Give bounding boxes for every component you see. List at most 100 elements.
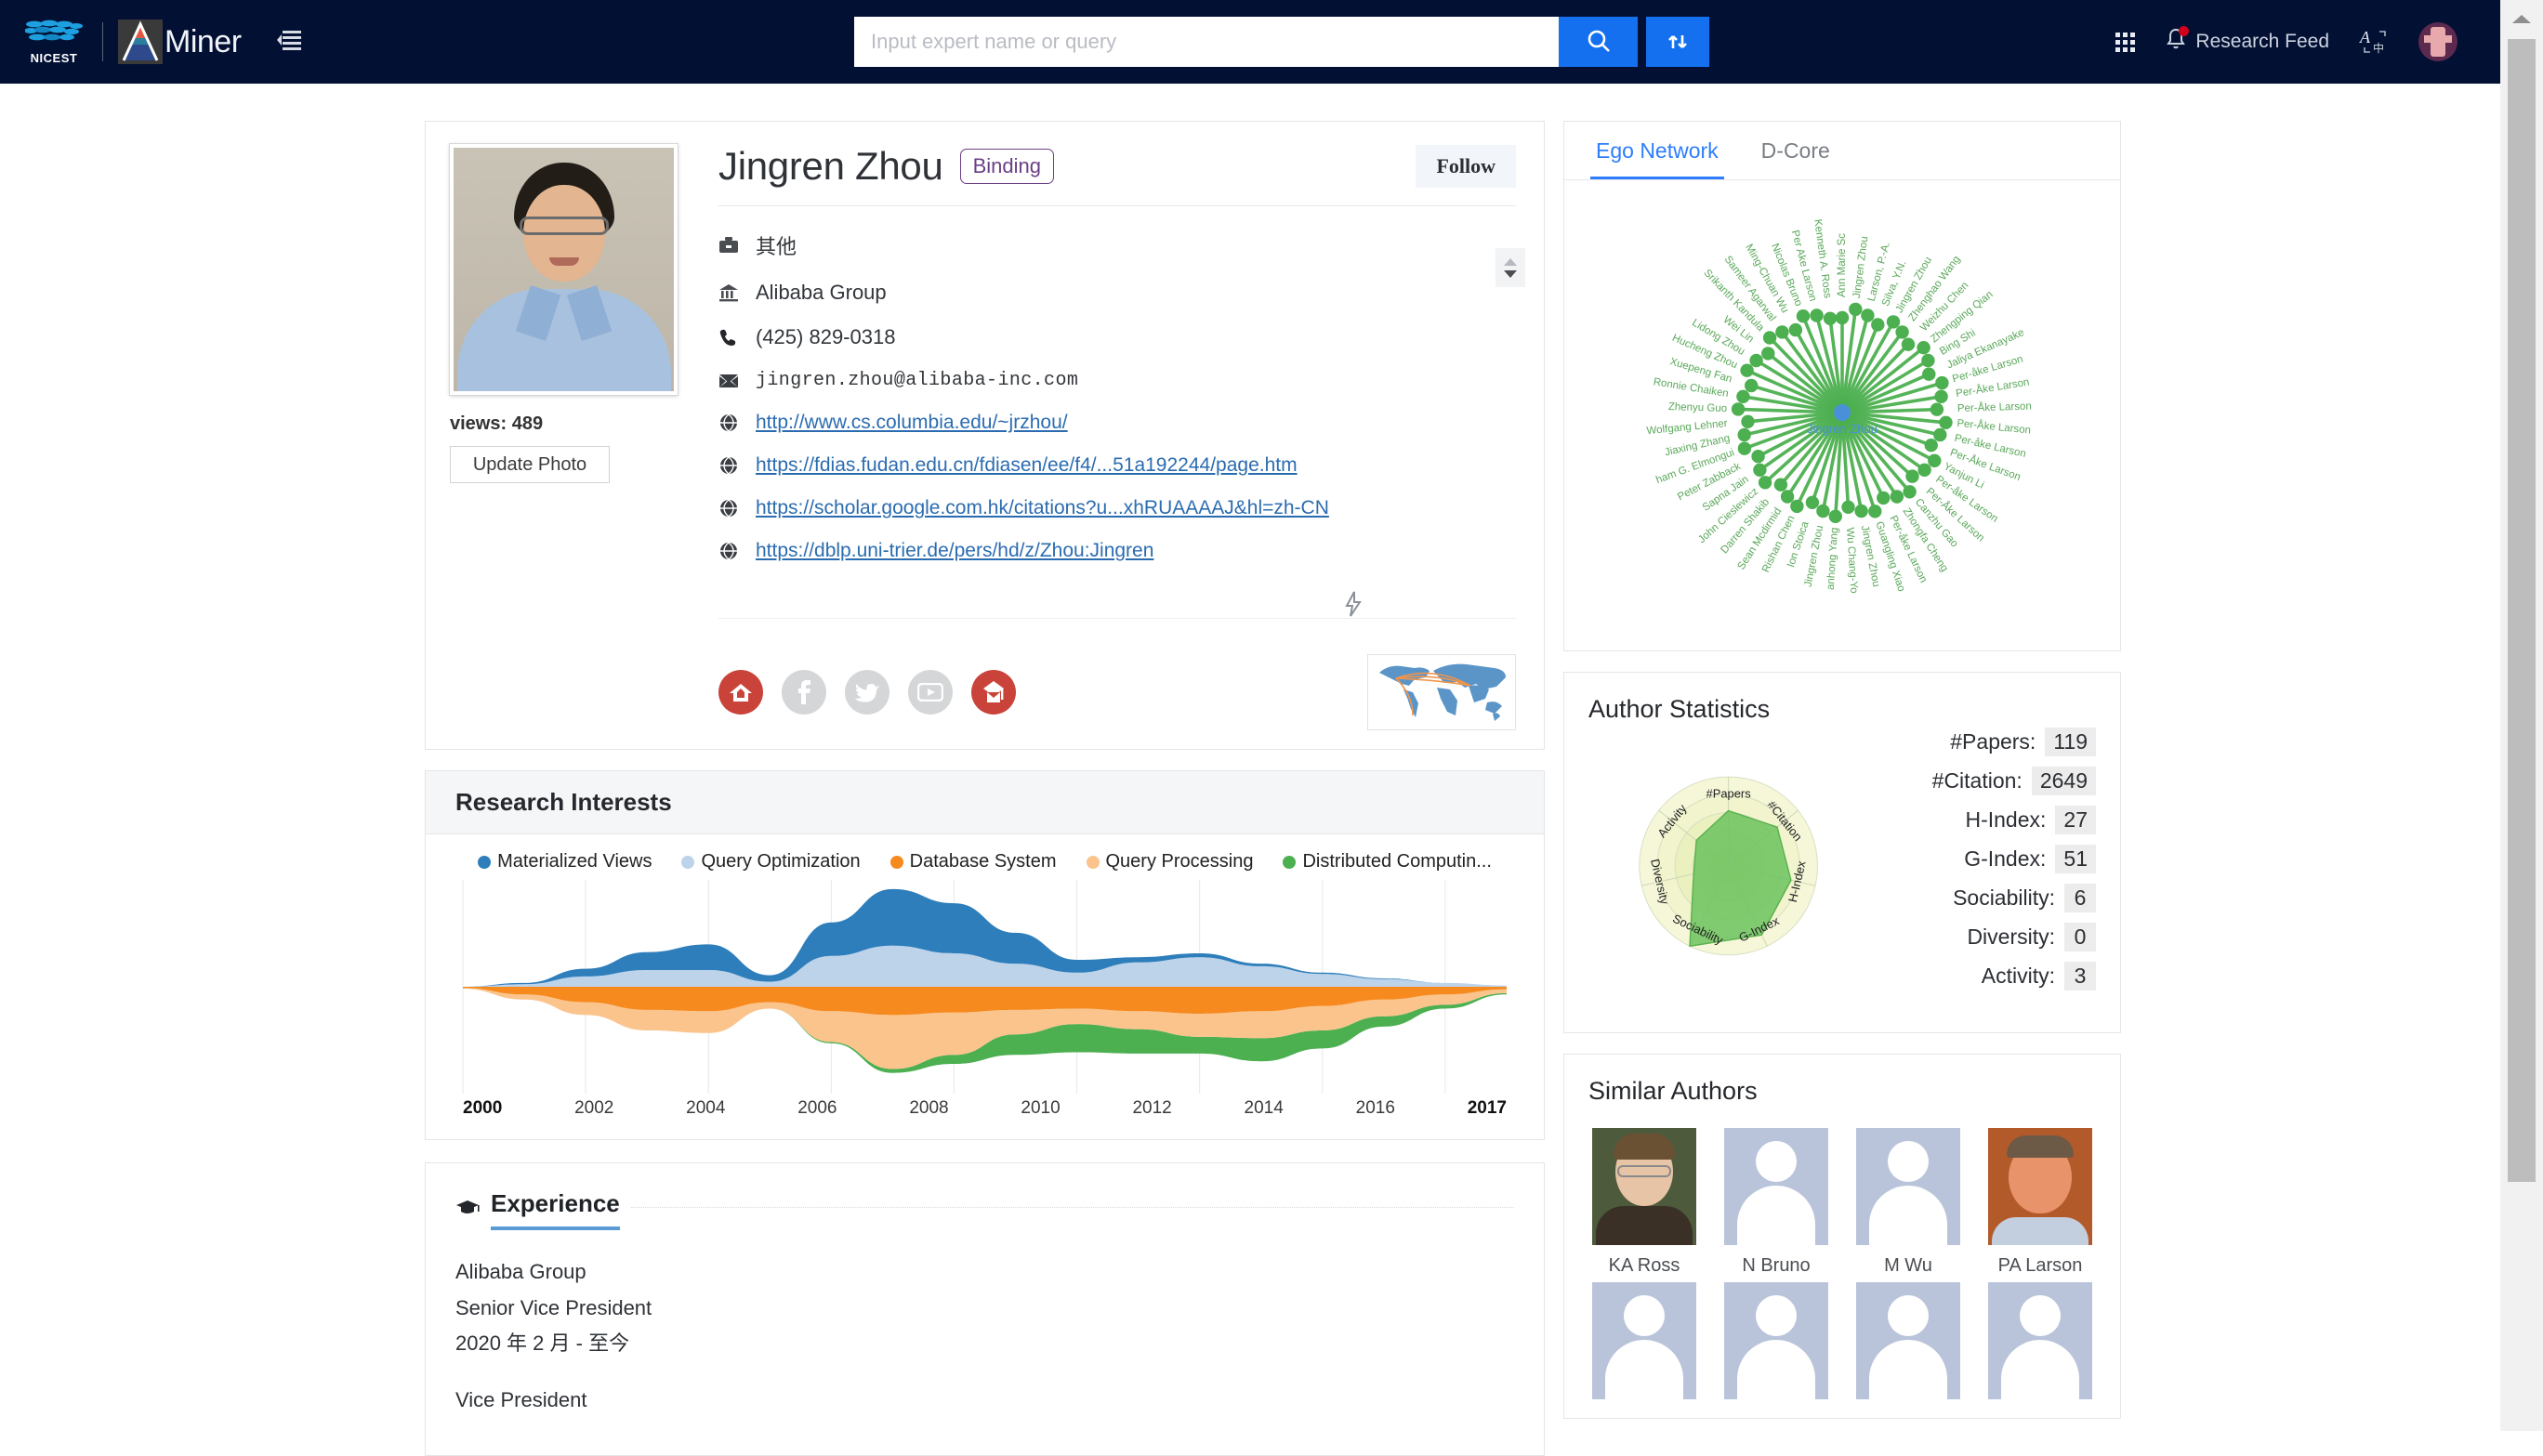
ego-node[interactable] bbox=[1751, 450, 1765, 464]
user-avatar[interactable] bbox=[2418, 22, 2457, 61]
legend-item[interactable]: Query Processing bbox=[1086, 851, 1253, 872]
hamburger-icon[interactable] bbox=[276, 30, 301, 55]
profile-link[interactable]: https://scholar.google.com.hk/citations?… bbox=[756, 497, 1329, 519]
ego-node[interactable] bbox=[1939, 415, 1953, 429]
ego-node[interactable] bbox=[1736, 389, 1750, 403]
twitter-icon[interactable] bbox=[845, 670, 889, 715]
ego-network-graph[interactable]: Ann Marie Sc Jingren Zhou Larson, P.-A. Sil… bbox=[1564, 180, 2120, 650]
ego-node[interactable] bbox=[1935, 375, 1949, 390]
ego-node[interactable] bbox=[1905, 469, 1919, 483]
reorder-toggle[interactable] bbox=[1495, 248, 1525, 287]
profile-photo[interactable] bbox=[450, 144, 678, 395]
search-button[interactable] bbox=[1559, 17, 1638, 67]
ego-node[interactable] bbox=[1922, 367, 1936, 381]
legend-item[interactable]: Distributed Computin... bbox=[1283, 851, 1492, 872]
legend-item[interactable]: Query Optimization bbox=[681, 851, 861, 872]
scrollbar-thumb[interactable] bbox=[2508, 39, 2536, 1182]
sync-bolt-icon[interactable] bbox=[1339, 590, 1367, 624]
similar-author-item[interactable]: N Bruno bbox=[1720, 1128, 1832, 1277]
meta-email-text[interactable]: jingren.zhou@alibaba-inc.com bbox=[756, 370, 1078, 391]
tab-d-core[interactable]: D-Core bbox=[1756, 122, 1836, 179]
ego-node[interactable] bbox=[1877, 491, 1891, 505]
ego-node[interactable] bbox=[1823, 311, 1838, 325]
ego-node[interactable] bbox=[1796, 309, 1811, 323]
ego-node[interactable] bbox=[1868, 505, 1882, 518]
ego-node[interactable] bbox=[1816, 504, 1830, 518]
ego-node[interactable] bbox=[1828, 509, 1842, 523]
upload-swap-button[interactable] bbox=[1646, 17, 1709, 67]
ego-node[interactable] bbox=[1934, 389, 1948, 403]
ego-node[interactable] bbox=[1871, 318, 1885, 332]
ego-node[interactable] bbox=[1740, 363, 1754, 377]
ego-node[interactable] bbox=[1861, 308, 1875, 322]
ego-node[interactable] bbox=[1890, 490, 1904, 504]
ego-node[interactable] bbox=[1917, 463, 1931, 477]
ego-node[interactable] bbox=[1753, 463, 1767, 477]
research-feed-button[interactable]: Research Feed bbox=[2165, 26, 2329, 57]
follow-button[interactable]: Follow bbox=[1416, 145, 1516, 188]
ego-node[interactable] bbox=[1930, 402, 1944, 416]
ego-node[interactable] bbox=[1775, 325, 1789, 339]
similar-author-item[interactable]: M Wu bbox=[1852, 1128, 1964, 1277]
ego-node[interactable] bbox=[1758, 476, 1772, 490]
search-input[interactable] bbox=[854, 17, 1559, 67]
legend-item[interactable]: Materialized Views bbox=[478, 851, 652, 872]
similar-author-item[interactable]: PA Larson bbox=[1984, 1128, 2096, 1277]
nicest-logo[interactable]: NICEST bbox=[20, 19, 87, 65]
similar-author-item[interactable] bbox=[1720, 1282, 1832, 1399]
ego-node[interactable] bbox=[1928, 453, 1942, 467]
similar-author-item[interactable] bbox=[1984, 1282, 2096, 1399]
ego-node[interactable] bbox=[1737, 441, 1752, 455]
tab-ego-network[interactable]: Ego Network bbox=[1590, 122, 1724, 179]
statistic-value: 27 bbox=[2055, 806, 2096, 834]
similar-author-item[interactable] bbox=[1852, 1282, 1964, 1399]
ego-node[interactable] bbox=[1849, 302, 1863, 317]
ego-node[interactable] bbox=[1745, 378, 1759, 393]
ego-node[interactable] bbox=[1780, 490, 1795, 504]
ego-node[interactable] bbox=[1917, 341, 1930, 355]
scrollbar-up-arrow[interactable] bbox=[2500, 0, 2543, 37]
profile-link[interactable]: https://dblp.uni-trier.de/pers/hd/z/Zhou… bbox=[756, 540, 1153, 562]
ego-node[interactable] bbox=[1761, 347, 1775, 361]
ego-node[interactable] bbox=[1924, 439, 1938, 453]
ego-node[interactable] bbox=[1921, 353, 1935, 368]
ego-node[interactable] bbox=[1854, 504, 1868, 518]
ego-node[interactable] bbox=[1773, 478, 1788, 492]
profile-link[interactable]: http://www.cs.columbia.edu/~jrzhou/ bbox=[756, 412, 1068, 434]
page-scrollbar[interactable] bbox=[2500, 0, 2543, 1431]
ego-node[interactable] bbox=[1737, 427, 1751, 442]
ego-node[interactable] bbox=[1790, 499, 1804, 514]
similar-author-item[interactable]: KA Ross bbox=[1588, 1128, 1700, 1277]
ego-node[interactable] bbox=[1805, 495, 1820, 509]
ego-node[interactable] bbox=[1841, 500, 1855, 514]
upload-swap-icon bbox=[1668, 35, 1687, 48]
ego-node[interactable] bbox=[1835, 310, 1850, 325]
aminer-logo[interactable]: Miner bbox=[118, 20, 242, 64]
avatar-placeholder-icon bbox=[1592, 1282, 1696, 1399]
ego-node[interactable] bbox=[1810, 308, 1824, 322]
ego-node[interactable] bbox=[1731, 402, 1746, 416]
homepage-icon[interactable] bbox=[718, 670, 763, 715]
ego-node[interactable] bbox=[1762, 331, 1777, 345]
ego-node[interactable] bbox=[1933, 427, 1947, 442]
youtube-icon[interactable] bbox=[908, 670, 953, 715]
world-map-thumbnail[interactable] bbox=[1367, 654, 1516, 730]
scholar-mail-icon[interactable] bbox=[971, 670, 1016, 715]
ego-center-node[interactable] bbox=[1834, 404, 1851, 421]
profile-link[interactable]: https://fdias.fudan.edu.cn/fdiasen/ee/f4… bbox=[756, 454, 1298, 477]
ego-node[interactable] bbox=[1895, 325, 1909, 339]
author-statistics-title: Author Statistics bbox=[1588, 695, 1771, 723]
facebook-icon[interactable] bbox=[782, 670, 826, 715]
legend-item[interactable]: Database System bbox=[889, 851, 1057, 872]
similar-author-item[interactable] bbox=[1588, 1282, 1700, 1399]
language-switch-button[interactable]: A 中 bbox=[2359, 28, 2389, 56]
ego-node[interactable] bbox=[1886, 315, 1901, 329]
update-photo-button[interactable]: Update Photo bbox=[450, 446, 610, 483]
grid-apps-icon[interactable] bbox=[2115, 32, 2136, 52]
ego-node[interactable] bbox=[1749, 353, 1763, 368]
ego-node[interactable] bbox=[1788, 322, 1803, 337]
ego-node[interactable] bbox=[1903, 485, 1917, 499]
ego-node[interactable] bbox=[1901, 337, 1916, 351]
ego-node[interactable] bbox=[1741, 414, 1755, 428]
binding-badge[interactable]: Binding bbox=[959, 149, 1054, 184]
